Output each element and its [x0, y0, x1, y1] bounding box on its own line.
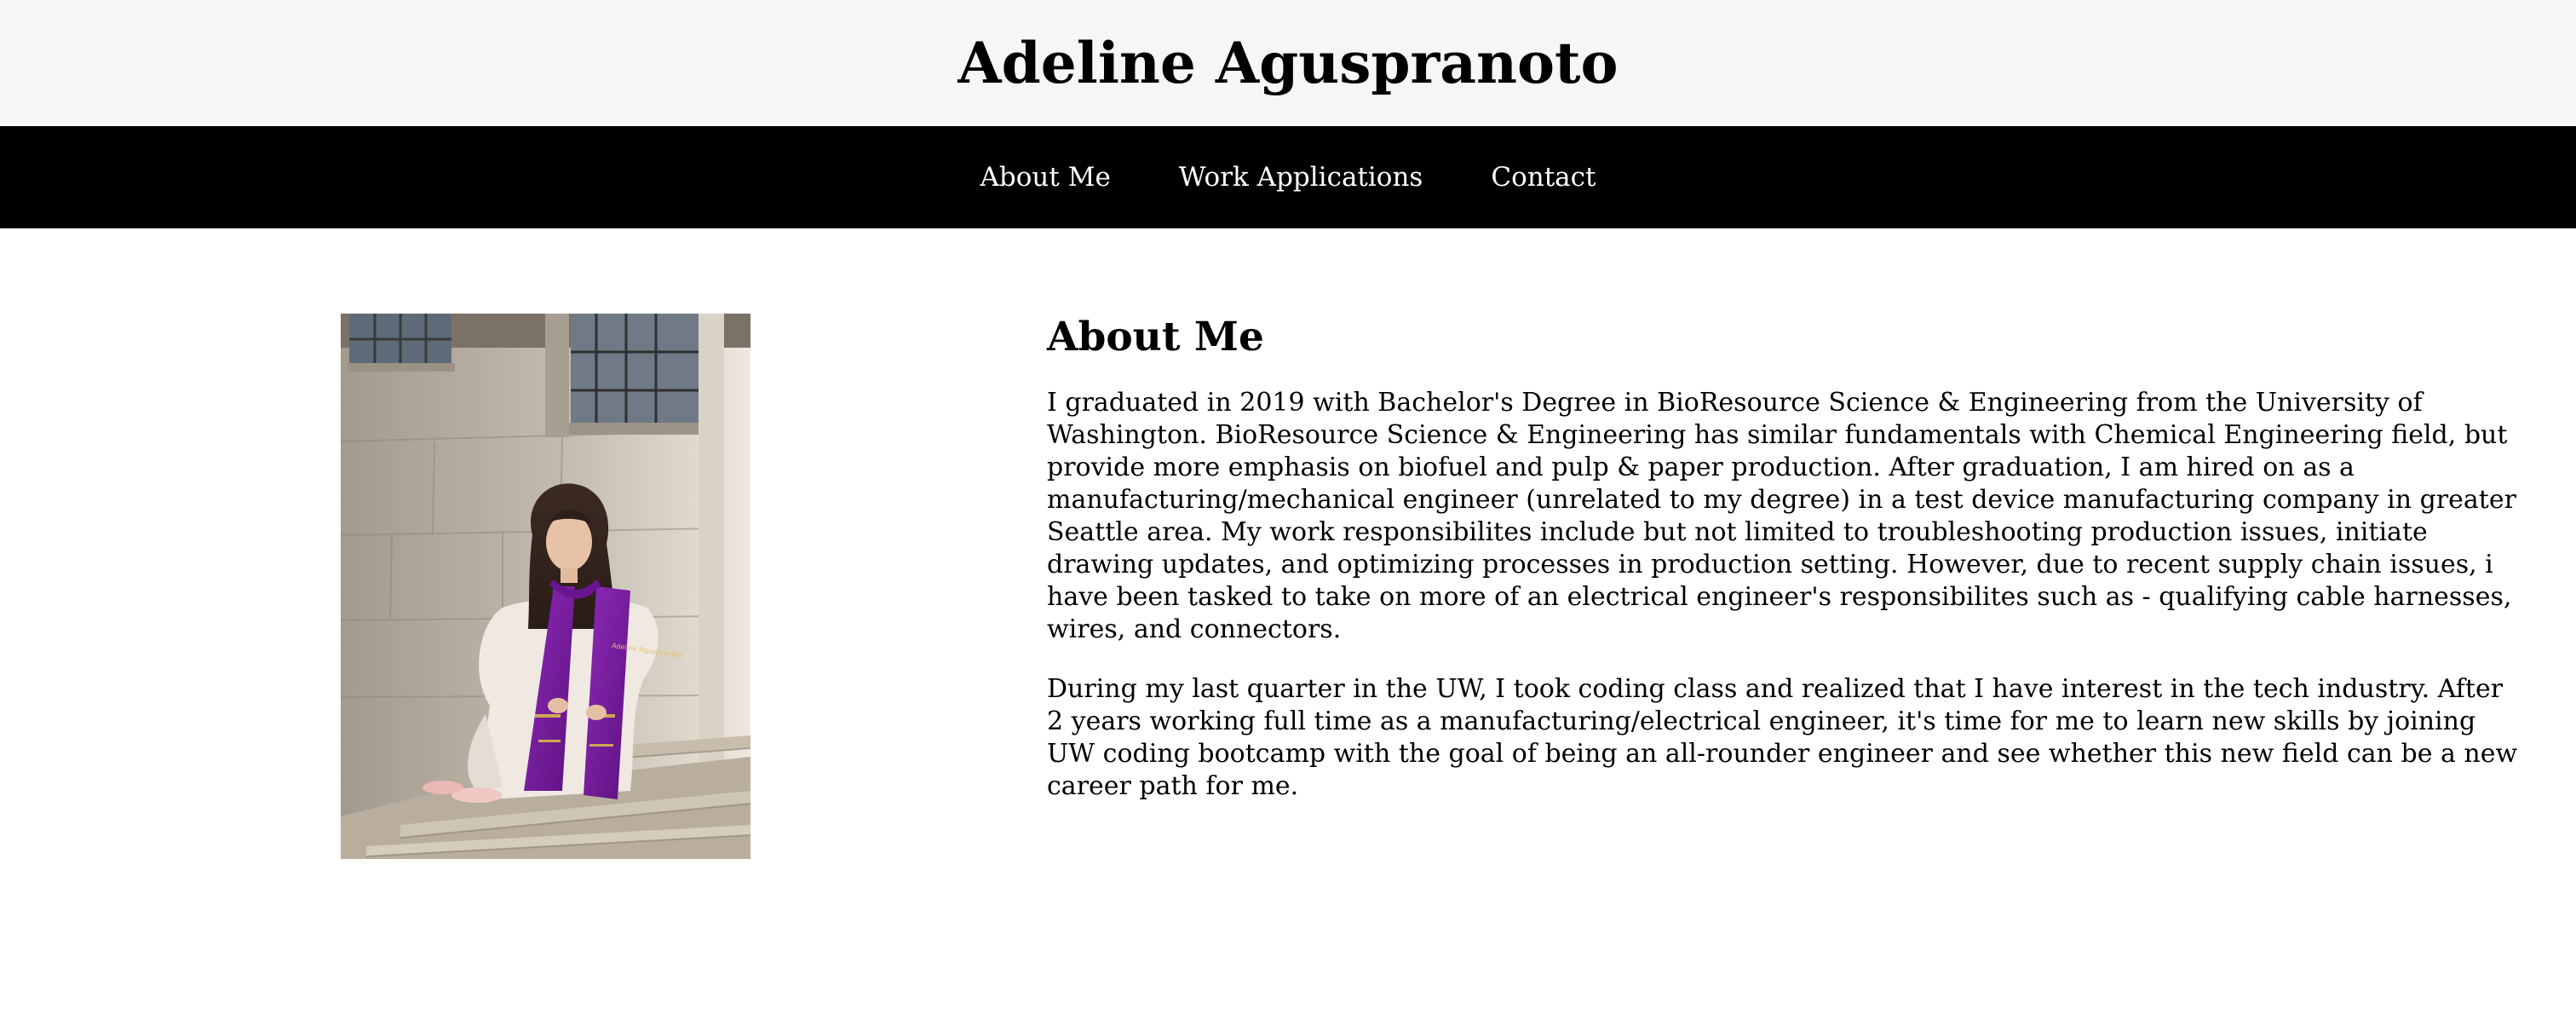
- about-section: About Me I graduated in 2019 with Bachel…: [1047, 314, 2525, 830]
- about-paragraph-career: During my last quarter in the UW, I took…: [1047, 674, 2518, 801]
- site-title: Adeline Aguspranoto: [957, 30, 1619, 96]
- site-header: Adeline Aguspranoto: [0, 0, 2576, 126]
- nav-link-work-applications[interactable]: Work Applications: [1179, 162, 1423, 193]
- profile-photo: Adeline Aguspranoto: [341, 314, 750, 859]
- nav-link-contact[interactable]: Contact: [1491, 162, 1596, 193]
- about-paragraph-education: I graduated in 2019 with Bachelor's Degr…: [1047, 388, 2516, 644]
- about-heading: About Me: [1047, 314, 1264, 360]
- nav-link-about-me[interactable]: About Me: [980, 162, 1111, 193]
- main-navbar: About Me Work Applications Contact: [0, 126, 2576, 228]
